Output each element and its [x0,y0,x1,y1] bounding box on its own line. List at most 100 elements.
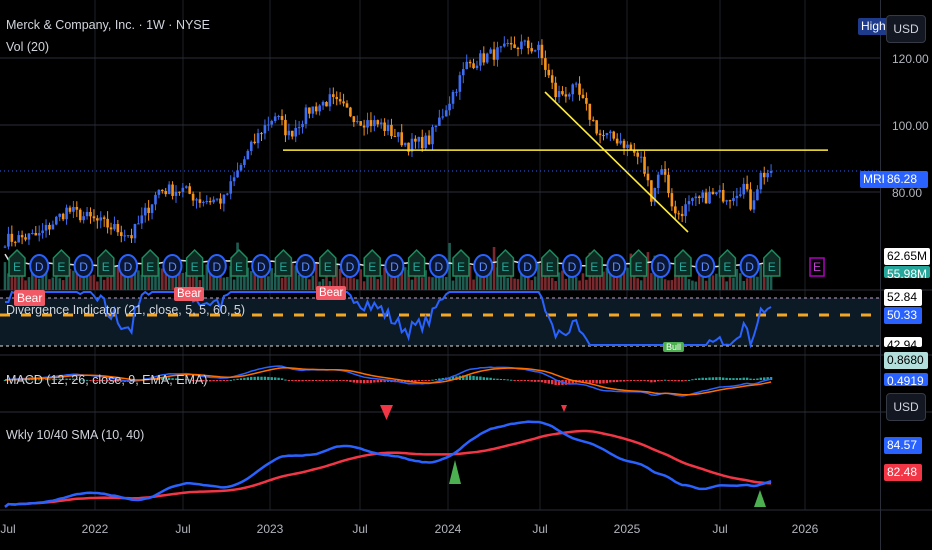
macd-histogram-bar [749,378,752,380]
volume-bar [161,268,164,290]
candle-body [561,91,564,95]
macd-histogram-bar [328,380,332,381]
dividend-letter: D [568,260,577,274]
macd-histogram-bar [728,378,732,380]
candle-body [687,201,691,205]
dividend-letter: D [390,260,399,274]
candle-body [161,189,164,192]
candle-body [554,82,557,98]
macd-histogram-bar [660,380,663,381]
macd-histogram-bar [633,380,636,381]
candle-body [78,209,82,221]
volume-bar [472,279,475,290]
volume-bar [51,277,55,290]
sma-slow-label: 82.48 [884,464,922,481]
buy-signal-icon [754,490,766,507]
candle-body [226,193,229,195]
sma-legend[interactable]: Wkly 10/40 SMA (10, 40) [6,428,144,442]
macd-histogram-bar [663,379,667,381]
dividend-letter: D [346,260,355,274]
volume-bar [739,273,742,290]
macd-histogram-bar [479,376,482,380]
earnings-letter: E [501,260,509,274]
candle-body [680,213,684,217]
candle-body [20,235,24,238]
candle-body [715,192,718,194]
candle-body [499,46,503,48]
candle-body [150,204,154,213]
currency-button[interactable]: USD [886,15,926,43]
candle-body [362,125,366,128]
volume-bar [362,281,366,290]
candle-body [126,235,130,237]
candle-body [544,58,547,70]
macd-histogram-bar [650,380,653,383]
candle-body [338,99,342,102]
earnings-letter: E [146,260,154,274]
volume-bar [410,279,414,290]
candle-body [639,156,643,158]
candle-body [485,53,489,63]
candle-body [769,170,773,173]
candle-body [65,207,68,220]
candle-body [113,224,116,230]
candle-body [208,201,212,203]
macd-histogram-bar [701,377,704,380]
macd-histogram-bar [246,377,250,380]
candle-body [51,224,55,230]
candle-body [133,223,137,239]
macd-histogram-bar [222,380,226,381]
price-tick: 80.00 [892,186,923,200]
volume-bar [308,279,311,290]
sma-currency-button[interactable]: USD [886,393,926,421]
macd-histogram-bar [503,379,506,381]
macd-histogram-bar [472,375,475,380]
candle-body [629,144,633,150]
dividend-letter: D [479,260,488,274]
symbol-title[interactable]: Merck & Company, Inc. · 1W · NYSE [6,18,210,32]
candle-body [513,44,516,48]
macd-histogram-bar [626,380,629,382]
volume-bar [677,274,681,290]
macd-histogram-bar [496,378,499,380]
volume-bar [687,279,691,290]
candle-body [677,213,681,215]
candle-body [711,191,715,194]
earnings-letter: E [679,260,687,274]
candle-body [205,201,209,203]
candle-body [403,142,407,146]
candle-body [96,218,99,221]
high-label: High [858,18,889,35]
candle-body [130,235,133,239]
volume-bar [444,276,448,290]
candle-body [420,136,424,149]
candle-body [506,42,510,44]
earnings-letter: E [191,260,199,274]
sma-slow-line [4,429,772,508]
macd-histogram-bar [657,380,660,382]
candle-body [568,94,571,97]
macd-histogram-bar [722,377,725,380]
candle-body [557,91,561,98]
candle-body [178,191,181,193]
volume-label: 62.65M [884,248,930,265]
macd-histogram-bar [759,377,763,380]
macd-histogram-bar [687,379,691,381]
candle-body [427,135,431,145]
volume-legend[interactable]: Vol (20) [6,40,49,54]
earnings-letter: E [13,260,21,274]
candle-body [383,122,386,132]
candle-body [660,169,663,175]
macd-histogram-bar [509,379,513,381]
divergence-lower-label: 42.94 [884,337,922,347]
candle-body [472,63,475,69]
candle-body [147,207,150,213]
candle-body [212,199,215,203]
candle-body [482,53,486,63]
macd-histogram-bar [475,376,479,380]
macd-histogram-bar [232,379,236,381]
macd-histogram-bar [434,379,438,381]
chart-canvas[interactable]: EDEDEDEDEDEDEDEDEDEDEDEDEDEDEDEDEDEE [0,0,932,550]
macd-histogram-bar [516,380,520,381]
macd-legend[interactable]: MACD (12, 26, close, 9, EMA, EMA) [6,373,207,387]
